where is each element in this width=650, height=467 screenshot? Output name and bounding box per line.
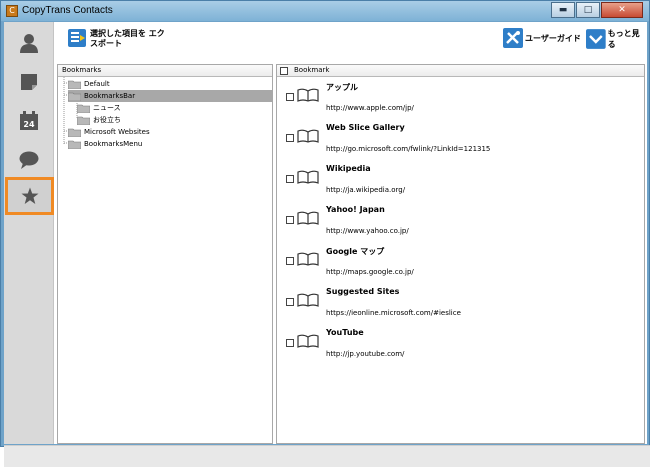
bookmark-title: Suggested Sites [326,287,400,296]
bookmark-title: YouTube [326,328,364,337]
bookmark-url: http://jp.youtube.com/ [326,350,405,358]
sidebar-item-notes[interactable] [4,63,54,101]
open-book-icon [297,88,319,102]
open-book-icon [297,170,319,184]
list-item[interactable]: Suggested Sites https://ieonline.microso… [286,284,626,324]
bookmark-checkbox[interactable] [286,298,294,306]
window-controls: ▬ □ ✕ [550,2,643,18]
bookmark-url: http://www.yahoo.co.jp/ [326,227,409,235]
folder-icon [68,80,81,89]
bookmark-title: アップル [326,83,358,92]
bookmark-url: http://ja.wikipedia.org/ [326,186,406,194]
tree-item-news[interactable]: ニュース [77,102,267,114]
sidebar-item-contacts[interactable] [4,24,54,62]
client-area: 24 選択した項目を エクスポート ユーザーガイド もっと見る Bookmark… [4,22,650,467]
bookmark-url: http://maps.google.co.jp/ [326,268,414,276]
bookmark-title: Web Slice Gallery [326,123,405,132]
folder-icon [68,128,81,137]
user-guide-button[interactable]: ユーザーガイド [503,28,581,48]
calendar-day-label: 24 [23,120,35,129]
app-logo-icon: C [6,5,18,17]
tree-item-bookmarksmenu[interactable]: BookmarksMenu [68,138,268,150]
list-header-label: Bookmark [294,66,330,74]
more-button[interactable]: もっと見る [586,28,647,50]
tree-item-label: BookmarksMenu [84,140,143,148]
list-item[interactable]: Wikipedia http://ja.wikipedia.org/ [286,161,626,201]
list-item[interactable]: Web Slice Gallery http://go.microsoft.co… [286,120,626,160]
sidebar-item-bookmarks[interactable] [5,177,54,215]
star-icon [21,187,38,204]
title-bar[interactable]: C CopyTrans Contacts ▬ □ ✕ [1,1,649,21]
user-guide-label: ユーザーガイド [525,33,581,43]
bookmark-checkbox[interactable] [286,134,294,142]
bookmark-checkbox[interactable] [286,339,294,347]
tree-item-bookmarksbar[interactable]: BookmarksBar [68,90,273,102]
tree-item-microsoft-websites[interactable]: Microsoft Websites [68,126,268,138]
tree-item-label: お役立ち [93,116,121,124]
open-book-icon [297,211,319,225]
note-icon [21,74,37,90]
open-book-icon [297,293,319,307]
status-bar [4,445,650,467]
folder-icon [68,140,81,149]
open-book-icon [297,252,319,266]
folder-icon [77,104,90,113]
bookmark-checkbox[interactable] [286,175,294,183]
bookmark-url: http://www.apple.com/jp/ [326,104,414,112]
list-item[interactable]: アップル http://www.apple.com/jp/ [286,79,626,119]
bookmark-title: Google マップ [326,247,385,256]
tools-icon [503,28,523,48]
list-item[interactable]: Yahoo! Japan http://www.yahoo.co.jp/ [286,202,626,242]
export-icon [68,29,86,47]
sidebar-item-messages[interactable] [4,141,54,179]
export-label: 選択した項目を エクスポート [90,29,165,48]
select-all-checkbox[interactable] [280,66,288,75]
tree-item-label: ニュース [93,104,121,112]
list-header: Bookmark [277,65,644,77]
tree-header: Bookmarks [58,65,272,77]
tree-item-label: Default [84,80,110,88]
tree-item-label: BookmarksBar [84,92,136,100]
tree-item-default[interactable]: Default [68,78,268,90]
bookmark-url: https://ieonline.microsoft.com/#ieslice [326,309,461,317]
export-button[interactable]: 選択した項目を エクスポート [68,29,168,49]
chevron-down-icon [586,29,606,49]
toolbar: 選択した項目を エクスポート ユーザーガイド もっと見る [54,22,647,62]
folder-icon [68,92,81,101]
tree-item-label: Microsoft Websites [84,128,150,136]
open-book-icon [297,334,319,348]
list-item[interactable]: YouTube http://jp.youtube.com/ [286,325,626,365]
list-item[interactable]: Google マップ http://maps.google.co.jp/ [286,243,626,283]
app-window: C CopyTrans Contacts ▬ □ ✕ 24 選択した項目を エク… [0,0,650,467]
bookmark-tree-panel: Bookmarks Default BookmarksBar ニュース お役立ち [57,64,273,444]
bookmark-title: Wikipedia [326,164,371,173]
sidebar-item-calendar[interactable]: 24 [4,102,54,140]
bookmark-checkbox[interactable] [286,216,294,224]
minimize-button[interactable]: ▬ [551,2,575,18]
bookmark-checkbox[interactable] [286,257,294,265]
chat-bubble-icon [19,151,39,169]
calendar-icon: 24 [20,111,38,130]
more-label: もっと見る [607,29,640,49]
sidebar: 24 [4,22,54,444]
bookmark-list-panel: Bookmark アップル http://www.apple.com/jp/ W… [276,64,645,444]
folder-icon [77,116,90,125]
person-icon [20,34,38,53]
window-title: CopyTrans Contacts [22,5,113,16]
bookmark-title: Yahoo! Japan [326,205,385,214]
tree-item-useful[interactable]: お役立ち [77,114,267,126]
bookmark-url: http://go.microsoft.com/fwlink/?LinkId=1… [326,145,491,153]
close-button[interactable]: ✕ [601,2,643,18]
bookmark-checkbox[interactable] [286,93,294,101]
open-book-icon [297,129,319,143]
maximize-button[interactable]: □ [576,2,600,18]
